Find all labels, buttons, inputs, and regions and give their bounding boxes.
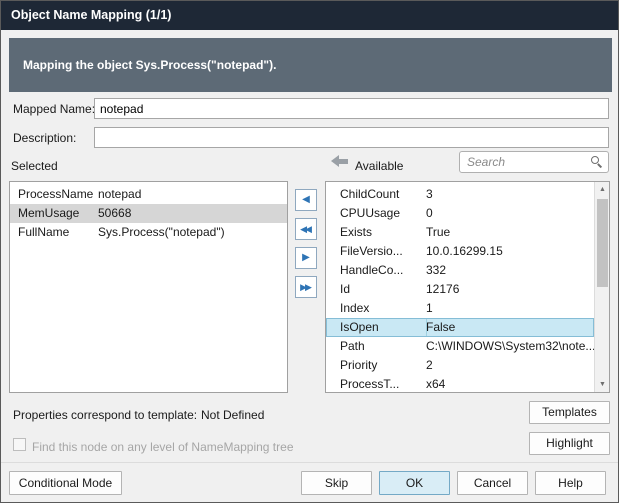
available-property-row[interactable]: CPUUsage 0 (326, 204, 594, 223)
move-all-left-button[interactable]: ◀◀ (295, 218, 317, 240)
search-input[interactable] (459, 151, 609, 173)
mapped-name-input[interactable] (94, 98, 609, 119)
property-name: Index (326, 299, 426, 318)
templates-button[interactable]: Templates (529, 401, 610, 424)
property-name: Path (326, 337, 426, 356)
move-all-left-icon: ◀◀ (300, 224, 310, 234)
conditional-mode-button[interactable]: Conditional Mode (9, 471, 122, 495)
available-property-row[interactable]: Path C:\WINDOWS\System32\note... (326, 337, 594, 356)
move-all-right-icon: ▶▶ (300, 282, 310, 292)
property-value: True (426, 223, 594, 242)
property-value: Sys.Process("notepad") (98, 223, 287, 242)
property-value: 0 (426, 204, 594, 223)
template-status-value: Not Defined (201, 405, 264, 425)
property-name: Priority (326, 356, 426, 375)
template-status-label: Properties correspond to template: (13, 405, 197, 425)
object-name-mapping-dialog: Object Name Mapping (1/1) Mapping the ob… (0, 0, 619, 503)
move-right-icon: ▶ (302, 252, 310, 263)
scrollbar[interactable]: ▲ ▼ (594, 182, 609, 392)
description-input[interactable] (94, 127, 609, 148)
scroll-down-icon[interactable]: ▼ (595, 377, 610, 392)
property-value: 1 (426, 299, 594, 318)
property-value: 10.0.16299.15 (426, 242, 594, 261)
property-value: 12176 (426, 280, 594, 299)
mapped-name-label: Mapped Name: (13, 99, 95, 119)
property-value: 50668 (98, 204, 287, 223)
property-value: 2 (426, 356, 594, 375)
property-name: ProcessName (10, 185, 98, 204)
mapping-header: Mapping the object Sys.Process("notepad"… (9, 38, 612, 92)
available-property-row[interactable]: Exists True (326, 223, 594, 242)
property-name: IsOpen (326, 318, 426, 337)
selected-property-row[interactable]: ProcessName notepad (10, 185, 287, 204)
available-properties-list[interactable]: ChildCount 3 CPUUsage 0 Exists True File… (325, 181, 610, 393)
property-value: False (426, 318, 594, 337)
ok-button[interactable]: OK (379, 471, 450, 495)
available-property-row[interactable]: HandleCo... 332 (326, 261, 594, 280)
skip-button[interactable]: Skip (301, 471, 372, 495)
search-box (459, 151, 609, 173)
property-value: notepad (98, 185, 287, 204)
property-name: Exists (326, 223, 426, 242)
selected-properties-list[interactable]: ProcessName notepad MemUsage 50668 FullN… (9, 181, 288, 393)
property-value: C:\WINDOWS\System32\note... (426, 337, 594, 356)
title-bar[interactable]: Object Name Mapping (1/1) (1, 1, 618, 30)
property-value: 3 (426, 185, 594, 204)
highlight-button[interactable]: Highlight (529, 432, 610, 455)
available-property-row[interactable]: FileVersio... 10.0.16299.15 (326, 242, 594, 261)
property-name: ChildCount (326, 185, 426, 204)
selected-property-row[interactable]: MemUsage 50668 (10, 204, 287, 223)
property-value: x64 (426, 375, 594, 393)
selected-list-label: Selected (11, 156, 58, 176)
property-name: FullName (10, 223, 98, 242)
footer-divider (1, 462, 618, 463)
available-property-row[interactable]: Index 1 (326, 299, 594, 318)
move-right-button[interactable]: ▶ (295, 247, 317, 269)
available-property-row[interactable]: ChildCount 3 (326, 185, 594, 204)
property-name: FileVersio... (326, 242, 426, 261)
available-property-row[interactable]: ProcessT... x64 (326, 375, 594, 393)
property-name: CPUUsage (326, 204, 426, 223)
back-arrow-icon (331, 155, 349, 167)
cancel-button[interactable]: Cancel (457, 471, 528, 495)
available-list-label: Available (355, 156, 403, 176)
move-all-right-button[interactable]: ▶▶ (295, 276, 317, 298)
move-left-icon: ◀ (302, 194, 310, 205)
description-label: Description: (13, 128, 76, 148)
mapping-header-text: Mapping the object Sys.Process("notepad"… (23, 58, 276, 72)
find-node-checkbox-label: Find this node on any level of NameMappi… (32, 437, 294, 457)
find-node-checkbox[interactable] (13, 438, 26, 451)
available-property-row[interactable]: Id 12176 (326, 280, 594, 299)
available-property-row-focused[interactable]: IsOpen False (326, 318, 594, 337)
selected-property-row[interactable]: FullName Sys.Process("notepad") (10, 223, 287, 242)
scroll-up-icon[interactable]: ▲ (595, 182, 610, 197)
search-icon (591, 156, 603, 168)
property-name: HandleCo... (326, 261, 426, 280)
property-name: MemUsage (10, 204, 98, 223)
move-left-button[interactable]: ◀ (295, 189, 317, 211)
help-button[interactable]: Help (535, 471, 606, 495)
window-title: Object Name Mapping (1/1) (11, 8, 171, 22)
property-value: 332 (426, 261, 594, 280)
property-name: Id (326, 280, 426, 299)
available-property-row[interactable]: Priority 2 (326, 356, 594, 375)
scrollbar-thumb[interactable] (597, 199, 608, 287)
property-name: ProcessT... (326, 375, 426, 393)
